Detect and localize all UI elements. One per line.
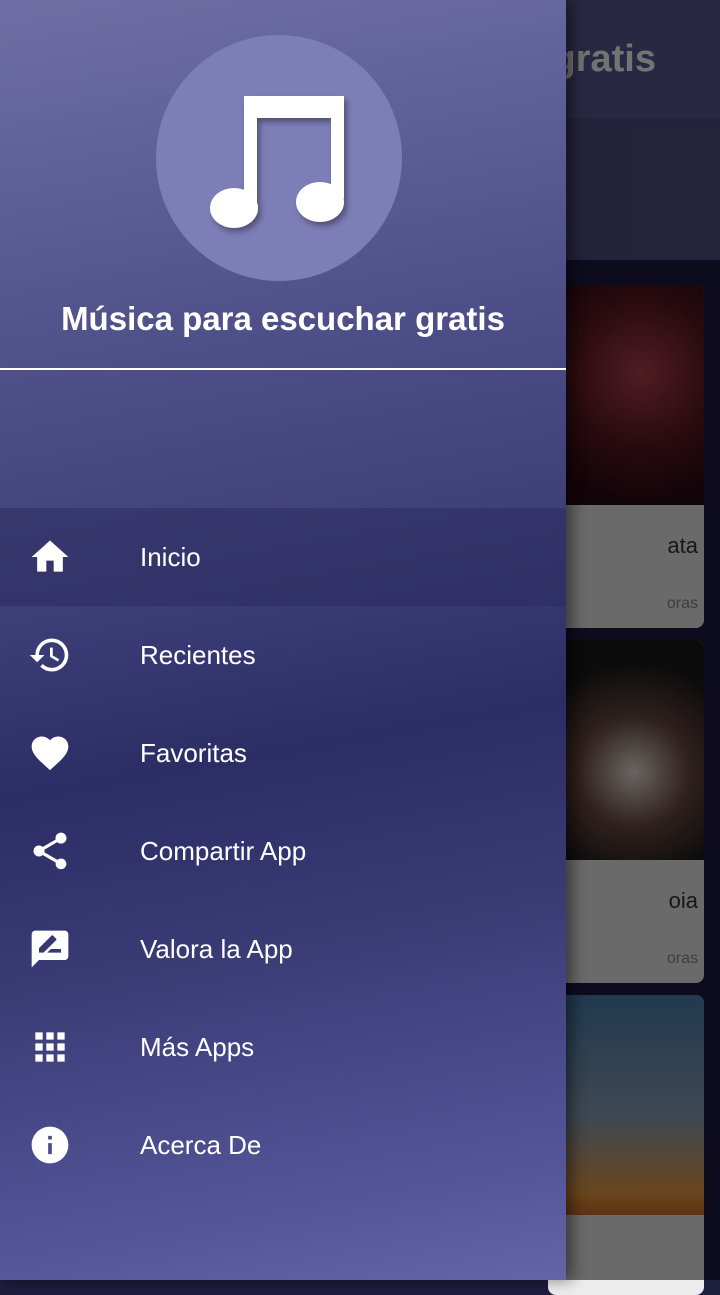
menu-item-compartir-app[interactable]: Compartir App	[0, 802, 566, 900]
app-logo	[156, 35, 402, 281]
music-note-icon	[210, 96, 344, 228]
drawer-header: Música para escuchar gratis	[0, 0, 566, 370]
rate-review-icon	[31, 930, 69, 968]
heart-icon	[31, 736, 69, 771]
header-divider	[0, 368, 566, 370]
menu-item-recientes[interactable]: Recientes	[0, 606, 566, 704]
share-icon	[33, 832, 67, 870]
menu-item-label: Más Apps	[140, 1032, 255, 1062]
home-icon	[31, 540, 69, 572]
menu-item-label: Inicio	[140, 542, 201, 572]
menu-item-label: Recientes	[140, 640, 256, 670]
drawer-header-title: Música para escuchar gratis	[61, 300, 505, 337]
menu-item-valora-la-app[interactable]: Valora la App	[0, 900, 566, 998]
info-icon	[31, 1126, 69, 1164]
menu-item-label: Compartir App	[140, 836, 307, 866]
menu-item-label: Acerca De	[140, 1130, 262, 1160]
menu-item-acerca-de[interactable]: Acerca De	[0, 1096, 566, 1194]
menu-item-favoritas[interactable]: Favoritas	[0, 704, 566, 802]
navigation-drawer: Música para escuchar gratis Inicio Recie…	[0, 0, 566, 1280]
menu-item-mas-apps[interactable]: Más Apps	[0, 998, 566, 1096]
menu-item-label: Favoritas	[140, 738, 247, 768]
apps-grid-icon	[35, 1032, 65, 1062]
history-icon	[29, 638, 69, 672]
menu-item-inicio[interactable]: Inicio	[0, 508, 566, 606]
menu-item-label: Valora la App	[140, 934, 293, 964]
